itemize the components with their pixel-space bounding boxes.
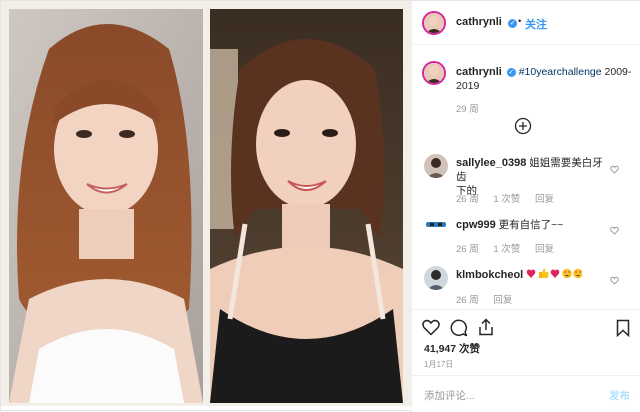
thumbs-up-icon — [539, 268, 549, 278]
comment-time: 26 周 — [456, 244, 479, 255]
plus-circle-icon — [514, 117, 532, 135]
comment-icon[interactable] — [450, 319, 468, 337]
header-dot: • — [518, 16, 522, 27]
red-heart-icon — [526, 269, 536, 278]
comment-likes[interactable]: 1 次赞 — [493, 244, 520, 255]
reply-button[interactable]: 回复 — [535, 194, 554, 205]
red-heart-icon — [550, 269, 560, 278]
post-media[interactable] — [1, 1, 411, 406]
heart-icon — [610, 165, 619, 174]
heart-icon — [610, 226, 619, 235]
comment-username[interactable]: cpw999 — [456, 219, 496, 231]
comment-meta: 26 周 回复 — [456, 292, 512, 306]
reply-button[interactable]: 回复 — [535, 244, 554, 255]
post-comment-button[interactable]: 发布 — [609, 388, 630, 403]
caption-time: 29 周 — [456, 104, 479, 115]
comment-avatar[interactable] — [424, 154, 448, 178]
heart-icon[interactable] — [422, 319, 440, 336]
comment-username[interactable]: sallylee_0398 — [456, 157, 526, 169]
add-comment-input[interactable]: 添加评论... — [424, 388, 475, 403]
caption-text: 2009- — [601, 66, 632, 78]
caption-avatar[interactable] — [422, 61, 446, 85]
emoji-row — [526, 268, 583, 281]
heart-eyes-icon — [562, 268, 572, 279]
comment-username[interactable]: klmbokcheol — [456, 269, 523, 281]
comment-like-button[interactable] — [610, 222, 619, 235]
photo-2009 — [9, 9, 203, 403]
verified-icon: ✓ — [506, 68, 516, 77]
load-more-comments-button[interactable] — [514, 117, 532, 135]
author-username[interactable]: cathrynli — [456, 16, 502, 28]
heart-icon — [610, 276, 619, 285]
comment-like-button[interactable] — [610, 161, 619, 174]
caption: cathrynli ✓ #10yearchallenge 2009- 2019 — [456, 65, 632, 93]
post-header: cathrynli ✓ • 关注 — [412, 1, 640, 45]
caption-hashtag[interactable]: #10yearchallenge — [519, 66, 602, 78]
share-icon[interactable] — [478, 318, 494, 336]
comment-body: 更有自信了~~ — [498, 219, 564, 231]
post-sidebar: cathrynli ✓ • 关注 cathrynli ✓ #10yearchal… — [411, 1, 640, 412]
likes-count[interactable]: 41,947 次赞 — [424, 341, 480, 356]
comment-meta: 26 周 1 次赞 回复 — [456, 191, 554, 205]
comment-text: klmbokcheol — [456, 268, 616, 282]
comment-avatar[interactable] — [424, 266, 448, 290]
comment-text: cpw999 更有自信了~~ — [456, 218, 606, 232]
bookmark-icon[interactable] — [616, 319, 630, 337]
photo-2019 — [210, 9, 403, 403]
comment-time: 26 周 — [456, 295, 479, 306]
add-comment-bar: 添加评论... 发布 — [412, 375, 640, 412]
comment-likes[interactable]: 1 次赞 — [493, 194, 520, 205]
comment-like-button[interactable] — [610, 272, 619, 285]
verified-icon: ✓ — [508, 19, 517, 28]
comment-time: 26 周 — [456, 194, 479, 205]
comment-meta: 26 周 1 次赞 回复 — [456, 241, 554, 255]
instagram-post: cathrynli ✓ • 关注 cathrynli ✓ #10yearchal… — [0, 0, 640, 412]
reply-button[interactable]: 回复 — [493, 295, 512, 306]
caption-username[interactable]: cathrynli — [456, 66, 502, 78]
follow-button[interactable]: 关注 — [525, 16, 547, 32]
heart-eyes-icon — [573, 268, 583, 279]
caption-text-line2: 2019 — [456, 80, 480, 92]
comment-avatar[interactable] — [424, 213, 448, 237]
author-avatar[interactable] — [422, 11, 446, 35]
post-date: 1月17日 — [424, 360, 454, 369]
